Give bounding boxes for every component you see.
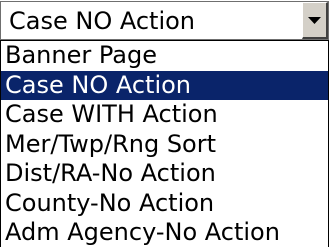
select-current-value: Case NO Action	[9, 7, 195, 35]
option-county-no-action[interactable]: County-No Action	[1, 189, 328, 219]
option-adm-agency-no-action[interactable]: Adm Agency-No Action	[1, 218, 328, 247]
option-mer-twp-rng-sort[interactable]: Mer/Twp/Rng Sort	[1, 130, 328, 160]
option-case-no-action[interactable]: Case NO Action	[1, 70, 328, 100]
chevron-down-icon	[308, 17, 321, 24]
report-type-select[interactable]: Case NO Action	[0, 1, 329, 40]
option-banner-page[interactable]: Banner Page	[1, 41, 328, 71]
dropdown-arrow-button[interactable]	[302, 2, 328, 39]
option-dist-ra-no-action[interactable]: Dist/RA-No Action	[1, 159, 328, 189]
option-case-with-action[interactable]: Case WITH Action	[1, 100, 328, 130]
dropdown-options-list: Banner Page Case NO Action Case WITH Act…	[0, 40, 329, 247]
